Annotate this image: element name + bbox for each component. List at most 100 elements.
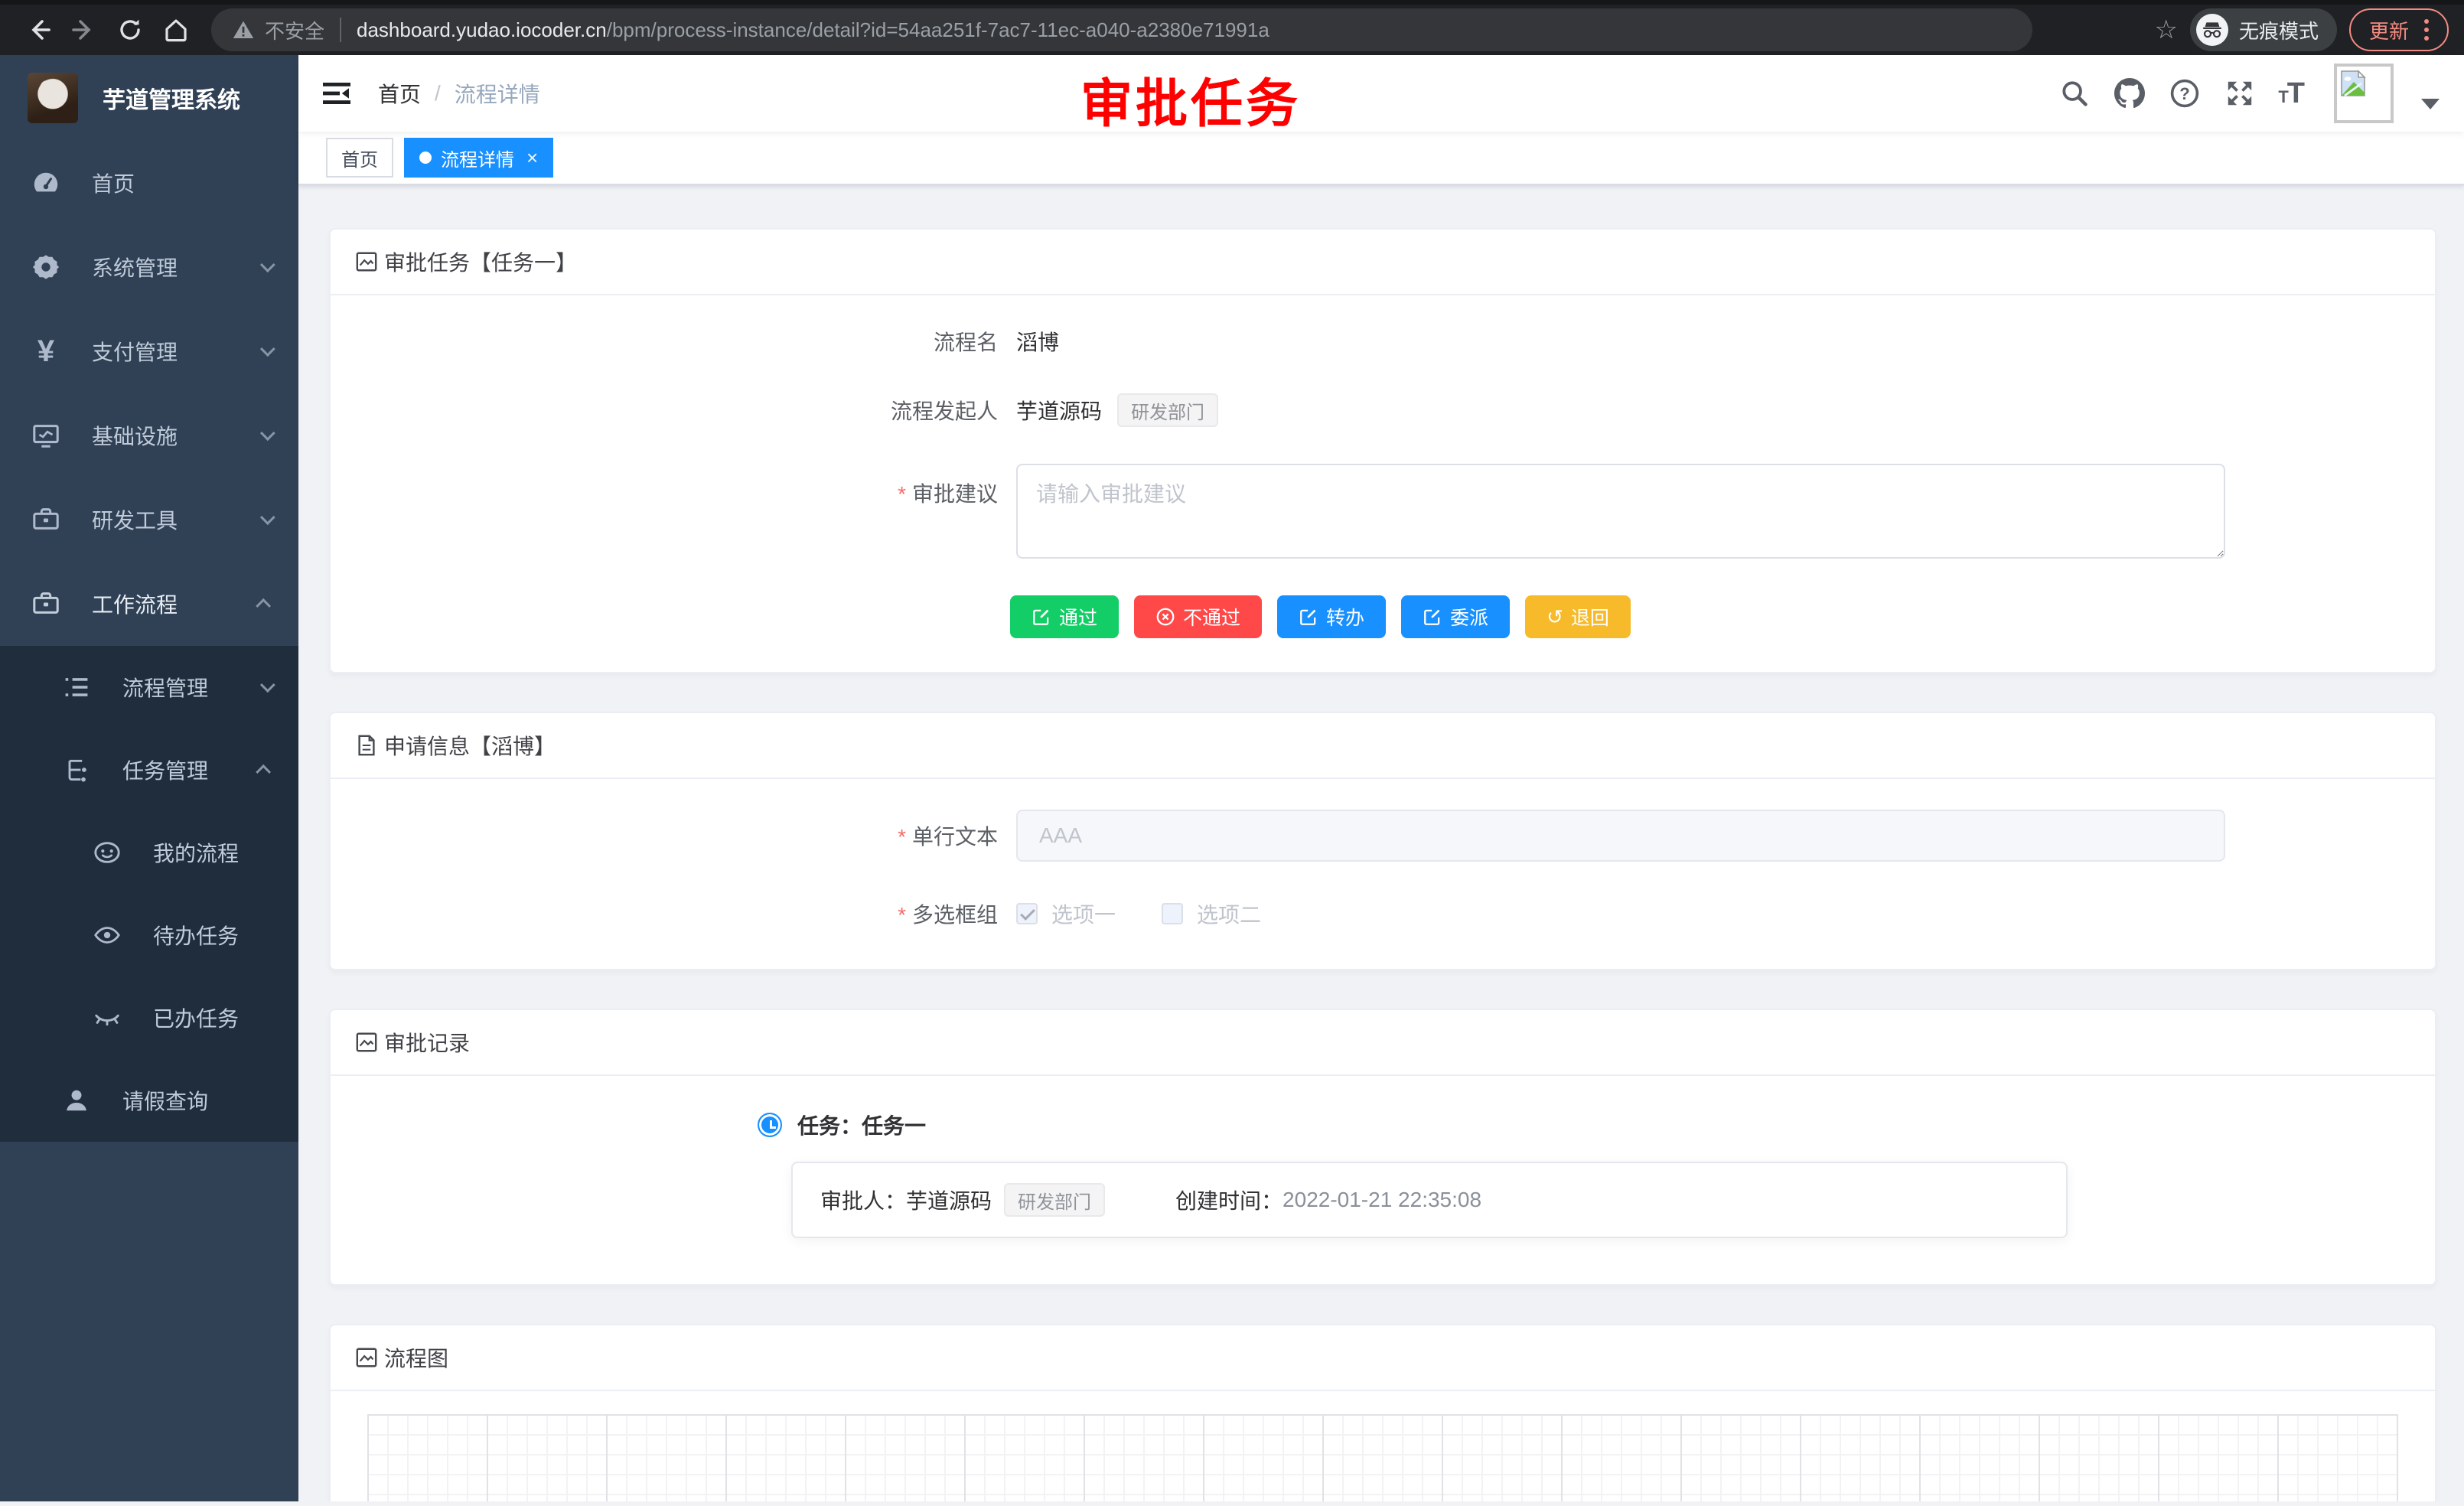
dashboard-icon (28, 168, 64, 197)
url-path: /bpm/process-instance/detail?id=54aa251f… (607, 18, 1269, 42)
single-text-label: 单行文本 (361, 820, 1016, 851)
fullscreen-icon[interactable] (2223, 77, 2257, 110)
sidebar-item-payment[interactable]: ¥ 支付管理 (0, 309, 298, 393)
flow-diagram-card: 流程图 (329, 1324, 2436, 1501)
avatar-caret-icon[interactable] (2421, 99, 2440, 109)
checkbox-label: 选项一 (1051, 898, 1116, 929)
checkbox-label: 选项二 (1197, 898, 1261, 929)
approve-button[interactable]: 通过 (1010, 595, 1119, 638)
apply-info-card: 申请信息【滔博】 单行文本 多选框组 选项一 (329, 712, 2436, 970)
sidebar-item-label: 流程管理 (122, 672, 260, 702)
breadcrumb-current: 流程详情 (455, 78, 540, 109)
url-bar[interactable]: 不安全 dashboard.yudao.iocoder.cn/bpm/proce… (211, 8, 2032, 51)
edit-icon (1032, 607, 1051, 627)
incognito-label: 无痕模式 (2239, 16, 2319, 44)
single-text-input[interactable] (1016, 810, 2225, 862)
clock-icon (758, 1113, 782, 1137)
sidebar-item-devtools[interactable]: 研发工具 (0, 478, 298, 562)
created-time: 2022-01-21 22:35:08 (1283, 1188, 1481, 1212)
sidebar-item-process-mgmt[interactable]: 流程管理 (0, 646, 298, 729)
reload-icon[interactable] (107, 8, 153, 51)
button-label: 不通过 (1183, 603, 1240, 631)
checkbox-option-2[interactable]: 选项二 (1162, 898, 1261, 929)
sidebar-item-home[interactable]: 首页 (0, 141, 298, 225)
circle-close-icon (1155, 607, 1175, 627)
delegate-button[interactable]: 委派 (1401, 595, 1510, 638)
sidebar-item-label: 任务管理 (122, 755, 260, 785)
card-title: 审批任务【任务一】 (384, 246, 577, 277)
tags-view-bar: 首页 流程详情 × (298, 132, 2464, 185)
checkbox-option-1[interactable]: 选项一 (1016, 898, 1116, 929)
breadcrumb-home[interactable]: 首页 (378, 78, 421, 109)
tag-close-icon[interactable]: × (526, 146, 538, 170)
home-icon[interactable] (153, 8, 199, 51)
card-header: 流程图 (331, 1325, 2435, 1391)
chevron-down-icon (260, 257, 275, 272)
eye-open-icon (89, 921, 125, 950)
svg-text:?: ? (2180, 84, 2190, 103)
sidebar-item-label: 基础设施 (92, 420, 260, 451)
sidebar-item-workflow[interactable]: 工作流程 (0, 562, 298, 646)
app-title: 芋道管理系统 (103, 81, 240, 115)
record-item: 审批人： 芋道源码 研发部门 创建时间： 2022-01-21 22:35:08 (791, 1162, 2068, 1238)
workflow-submenu: 流程管理 任务管理 我的流程 (0, 646, 298, 1142)
dept-tag: 研发部门 (1117, 393, 1218, 427)
logo-row[interactable]: 芋道管理系统 (0, 55, 298, 141)
card-header: 审批任务【任务一】 (331, 230, 2435, 295)
search-icon[interactable] (2058, 77, 2091, 110)
back-icon[interactable] (15, 8, 61, 51)
sidebar-item-todo-tasks[interactable]: 待办任务 (0, 894, 298, 976)
chevron-down-icon (260, 341, 275, 357)
edit-icon (1299, 607, 1318, 627)
font-size-icon[interactable]: TT (2278, 77, 2303, 110)
avatar[interactable] (2334, 64, 2394, 123)
url-host: dashboard.yudao.iocoder.cn (357, 18, 607, 42)
card-header: 申请信息【滔博】 (331, 713, 2435, 779)
help-icon[interactable]: ? (2168, 77, 2202, 110)
logo-avatar (28, 73, 78, 123)
process-name-value: 滔博 (1016, 326, 1059, 357)
picture-outline-icon (355, 1346, 378, 1369)
breadcrumb: 首页 / 流程详情 (378, 78, 540, 109)
collapse-sidebar-icon[interactable] (323, 81, 350, 106)
reject-button[interactable]: 不通过 (1134, 595, 1262, 638)
bookmark-star-icon[interactable]: ☆ (2154, 15, 2177, 45)
tag-process-detail[interactable]: 流程详情 × (404, 138, 553, 178)
face-icon (89, 838, 125, 867)
annotation-text: 审批任务 (1080, 61, 1301, 137)
initiator-label: 流程发起人 (361, 395, 1016, 425)
bpmn-grid-canvas[interactable] (367, 1414, 2398, 1501)
forward-icon[interactable] (61, 8, 107, 51)
sidebar-item-system[interactable]: 系统管理 (0, 225, 298, 309)
sidebar-item-infra[interactable]: 基础设施 (0, 393, 298, 478)
undo-icon: ↺ (1547, 607, 1563, 627)
org-tree-icon (58, 756, 95, 784)
dept-tag: 研发部门 (1004, 1183, 1105, 1217)
update-button[interactable]: 更新 (2349, 8, 2449, 51)
opinion-label: 审批建议 (361, 464, 1016, 508)
transfer-button[interactable]: 转办 (1277, 595, 1386, 638)
task-title: 任务：任务一 (797, 1110, 926, 1140)
sidebar-item-leave-query[interactable]: 请假查询 (0, 1059, 298, 1142)
toolbox-icon (28, 505, 64, 534)
browser-menu-icon[interactable] (2424, 19, 2429, 41)
sidebar-item-label: 请假查询 (122, 1085, 271, 1116)
return-button[interactable]: ↺ 退回 (1525, 595, 1631, 638)
sidebar-item-label: 系统管理 (92, 252, 260, 282)
sidebar-item-done-tasks[interactable]: 已办任务 (0, 976, 298, 1059)
approver-value: 芋道源码 (906, 1185, 992, 1215)
gear-icon (28, 253, 64, 282)
tag-home[interactable]: 首页 (326, 138, 393, 178)
opinion-textarea[interactable] (1016, 464, 2225, 559)
checkbox-group-label: 多选框组 (361, 898, 1016, 929)
checkbox-group: 选项一 选项二 (1016, 898, 1261, 929)
github-icon[interactable] (2113, 77, 2146, 110)
sidebar-item-task-mgmt[interactable]: 任务管理 (0, 729, 298, 811)
created-label: 创建时间： (1175, 1185, 1283, 1215)
chevron-down-icon (260, 425, 275, 441)
warning-icon (233, 20, 254, 40)
button-label: 转办 (1326, 603, 1364, 631)
sidebar-item-my-process[interactable]: 我的流程 (0, 811, 298, 894)
url-divider (340, 18, 341, 42)
initiator-value: 芋道源码 (1016, 395, 1102, 425)
